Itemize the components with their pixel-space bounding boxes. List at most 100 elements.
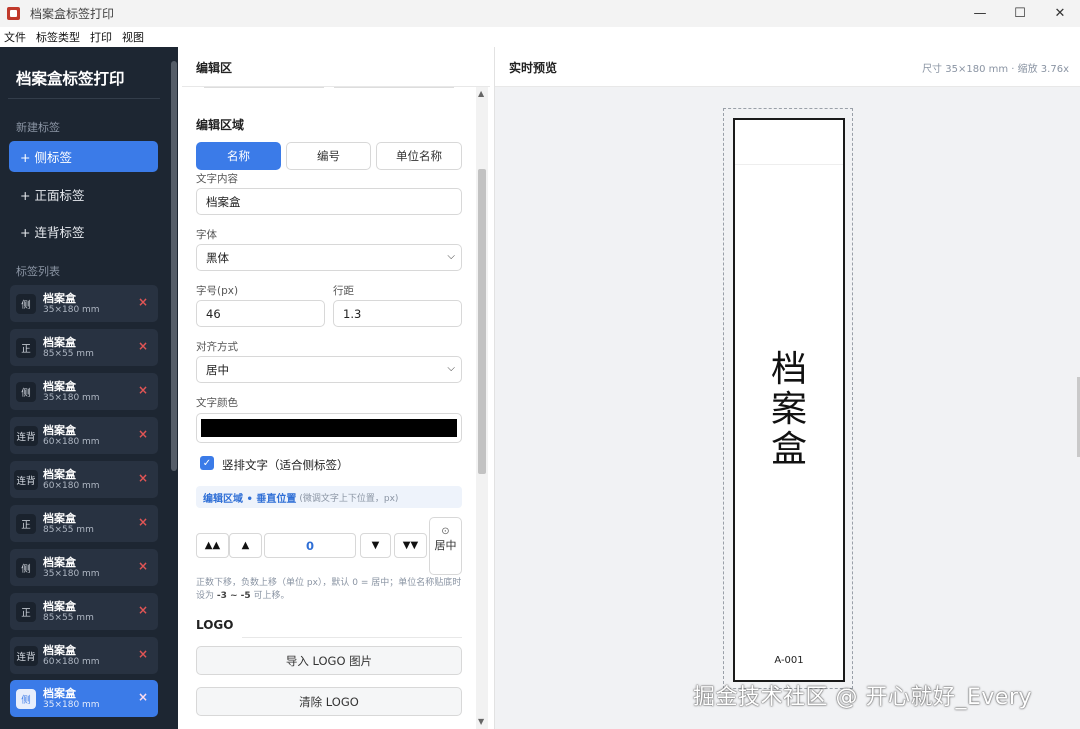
label-name: 档案盒 (43, 687, 76, 700)
scrolled-field-fragment (204, 87, 324, 88)
text-content-input[interactable]: 档案盒 (196, 188, 462, 215)
sidebar-scrollbar[interactable] (171, 61, 177, 471)
target-icon: ⊙ (441, 526, 450, 537)
delete-icon[interactable]: × (138, 647, 148, 661)
text-content-label: 文字内容 (196, 173, 238, 185)
label-top-guide (735, 164, 843, 165)
font-size-input[interactable]: 46 (196, 300, 325, 327)
label-type-badge: 正 (16, 514, 36, 534)
label-size: 35×180 mm (43, 305, 100, 315)
sidebar-divider (8, 98, 160, 99)
font-select-value: 黑体 (206, 250, 229, 265)
menu-bar: 文件 标签类型 打印 视图 (0, 27, 1080, 47)
label-type-badge: 正 (16, 338, 36, 358)
menu-print[interactable]: 打印 (90, 29, 112, 45)
label-list-item[interactable]: 正 档案盒 85×55 mm × (10, 593, 158, 630)
menu-label-type[interactable]: 标签类型 (36, 29, 80, 45)
delete-icon[interactable]: × (138, 471, 148, 485)
menu-file[interactable]: 文件 (4, 29, 26, 45)
label-type-badge: 侧 (16, 382, 36, 402)
import-logo-button[interactable]: 导入 LOGO 图片 (196, 646, 462, 675)
window-controls: — ☐ ✕ (960, 0, 1080, 27)
side-label-preview[interactable]: 档 案 盒 A-001 (733, 118, 845, 682)
label-list-item[interactable]: 连背 档案盒 60×180 mm × (10, 461, 158, 498)
minimize-button[interactable]: — (960, 0, 1000, 27)
tab-name[interactable]: 名称 (196, 142, 281, 170)
label-type-badge: 侧 (16, 558, 36, 578)
menu-view[interactable]: 视图 (122, 29, 144, 45)
delete-icon[interactable]: × (138, 383, 148, 397)
label-list-item[interactable]: 侧 档案盒 35×180 mm × (10, 549, 158, 586)
editor-scrollbar-thumb[interactable] (478, 169, 486, 474)
close-button[interactable]: ✕ (1040, 0, 1080, 27)
delete-icon[interactable]: × (138, 339, 148, 353)
label-list-item[interactable]: 侧 档案盒 35×180 mm × (10, 285, 158, 322)
move-down-button[interactable]: ▼ (360, 533, 391, 558)
color-swatch (201, 419, 457, 437)
delete-icon[interactable]: × (138, 603, 148, 617)
align-label: 对齐方式 (196, 341, 238, 353)
move-down-large-button[interactable]: ▼▼ (394, 533, 427, 558)
label-size: 60×180 mm (43, 657, 100, 667)
label-code: A-001 (774, 655, 804, 666)
label-type-badge: 侧 (16, 689, 36, 709)
text-color-label: 文字颜色 (196, 397, 238, 409)
delete-icon[interactable]: × (138, 515, 148, 529)
new-section-label: 新建标签 (16, 121, 60, 134)
label-size: 85×55 mm (43, 349, 94, 359)
sidebar-title: 档案盒标签打印 (16, 70, 125, 88)
vertical-text-checkbox[interactable]: ✓ (200, 456, 214, 470)
preview-panel: 实时预览 尺寸 35×180 mm · 缩放 3.76x 档 案 盒 A-001 (494, 47, 1080, 729)
align-select[interactable]: 居中 ⌵ (196, 356, 462, 383)
label-list-item-selected[interactable]: 侧 档案盒 35×180 mm × (10, 680, 158, 717)
label-name: 档案盒 (43, 468, 76, 481)
scroll-down-arrow-icon[interactable]: ▼ (478, 717, 484, 726)
label-name: 档案盒 (43, 336, 76, 349)
vertical-text-label: 竖排文字（适合侧标签） (222, 458, 349, 472)
preview-header: 实时预览 尺寸 35×180 mm · 缩放 3.76x (495, 47, 1080, 87)
label-list-item[interactable]: 连背 档案盒 60×180 mm × (10, 637, 158, 674)
label-type-badge: 连背 (14, 426, 38, 446)
tab-unit-name[interactable]: 单位名称 (376, 142, 462, 170)
text-color-picker[interactable] (196, 413, 462, 443)
title-bar: 档案盒标签打印 — ☐ ✕ (0, 0, 1080, 27)
move-up-large-button[interactable]: ▲▲ (196, 533, 229, 558)
watermark: 掘金技术社区 @ 开心就好_Every (693, 685, 1033, 710)
label-name: 档案盒 (43, 600, 76, 613)
new-front-label-button[interactable]: + 正面标签 (9, 179, 158, 210)
new-side-label-button[interactable]: + 侧标签 (9, 141, 158, 172)
edit-area-title: 编辑区域 (196, 118, 245, 132)
align-select-value: 居中 (206, 362, 229, 377)
label-name: 档案盒 (43, 644, 76, 657)
delete-icon[interactable]: × (138, 427, 148, 441)
delete-icon[interactable]: × (138, 295, 148, 309)
label-name: 档案盒 (43, 292, 76, 305)
label-size: 60×180 mm (43, 481, 100, 491)
vertical-offset-input[interactable]: 0 (264, 533, 356, 558)
tab-number[interactable]: 编号 (286, 142, 371, 170)
info-title: 编辑区域 • 垂直位置 (203, 493, 297, 505)
sidebar: 档案盒标签打印 新建标签 + 侧标签 + 正面标签 + 连背标签 标签列表 侧 … (0, 47, 178, 729)
line-height-input[interactable]: 1.3 (333, 300, 462, 327)
label-list-item[interactable]: 侧 档案盒 35×180 mm × (10, 373, 158, 410)
clear-logo-button[interactable]: 清除 LOGO (196, 687, 462, 716)
label-size: 35×180 mm (43, 700, 100, 710)
label-list-item[interactable]: 连背 档案盒 60×180 mm × (10, 417, 158, 454)
maximize-button[interactable]: ☐ (1000, 0, 1040, 27)
delete-icon[interactable]: × (138, 559, 148, 573)
app-icon (7, 7, 20, 20)
move-up-button[interactable]: ▲ (229, 533, 262, 558)
label-name: 档案盒 (43, 380, 76, 393)
offset-note: 正数下移，负数上移（单位 px），默认 0 = 居中；单位名称贴底时设为 -3 … (196, 578, 462, 601)
logo-divider (242, 637, 462, 638)
label-list-item[interactable]: 正 档案盒 85×55 mm × (10, 329, 158, 366)
font-select[interactable]: 黑体 ⌵ (196, 244, 462, 271)
font-label: 字体 (196, 229, 217, 241)
delete-icon[interactable]: × (138, 690, 148, 704)
center-label: 居中 (434, 539, 457, 552)
label-list-item[interactable]: 正 档案盒 85×55 mm × (10, 505, 158, 542)
new-spine-label-button[interactable]: + 连背标签 (9, 216, 158, 247)
scroll-up-arrow-icon[interactable]: ▲ (478, 89, 484, 98)
editor-header: 编辑区 (182, 47, 490, 87)
center-button[interactable]: ⊙ 居中 (429, 517, 462, 575)
